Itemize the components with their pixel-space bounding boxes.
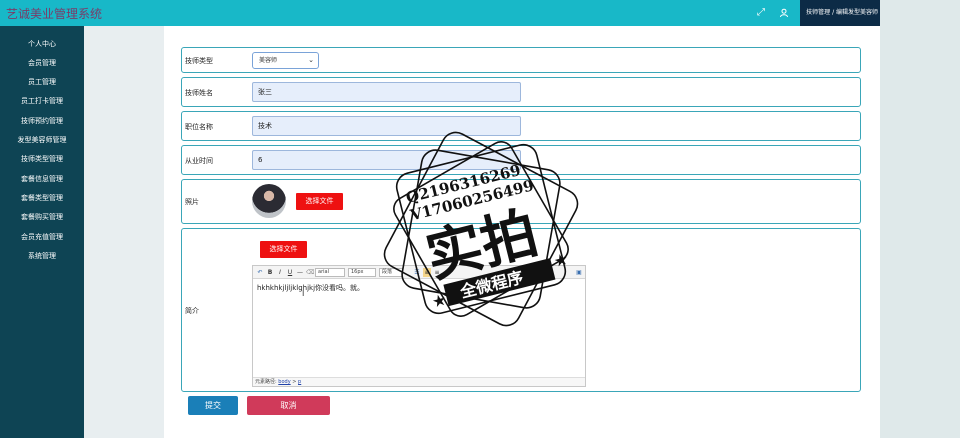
sidebar-item-stylists[interactable]: 发型美容师管理 [0, 131, 84, 149]
sidebar-item-package-purchases[interactable]: 套餐购买管理 [0, 208, 84, 226]
breadcrumb-text: 技师管理 / 编辑发型美容师 [806, 9, 878, 16]
breadcrumb: 技师管理 / 编辑发型美容师 [800, 0, 880, 26]
form-row-name: 技师姓名 张三 [181, 77, 861, 107]
sidebar-item-staff-clock[interactable]: 员工打卡管理 [0, 92, 84, 110]
element-path-body[interactable]: body [278, 379, 290, 385]
fullscreen-icon[interactable]: ⤢ [754, 6, 768, 20]
type-select[interactable]: 美容师 ⌄ [252, 52, 319, 69]
name-input[interactable]: 张三 [252, 82, 521, 102]
watermark-stamp: Q2196316269 V17060256499 实拍 全微程序 ★ ★ [383, 131, 579, 327]
sidebar-item-technician-booking[interactable]: 技师预约管理 [0, 112, 84, 130]
element-path-p[interactable]: p [298, 379, 301, 385]
underline-icon[interactable]: U [286, 268, 294, 277]
intro-choose-file-button[interactable]: 选择文件 [260, 241, 307, 258]
editor-status-bar: 元素路径: body > p [253, 377, 585, 386]
font-size-select[interactable]: 16px [348, 268, 376, 277]
right-gutter [880, 26, 960, 438]
cancel-button[interactable]: 取消 [247, 396, 330, 415]
sidebar-item-technician-types[interactable]: 技师类型管理 [0, 150, 84, 168]
app-title: 艺诚美业管理系统 [6, 7, 103, 21]
element-path-separator: > [292, 379, 297, 385]
clear-format-icon[interactable]: ⌫ [306, 268, 314, 277]
sidebar-item-system[interactable]: 系统管理 [0, 247, 84, 265]
sidebar-item-package-types[interactable]: 套餐类型管理 [0, 189, 84, 207]
photo-label: 照片 [185, 198, 199, 206]
position-label: 职位名称 [185, 123, 213, 131]
sidebar-item-personal-center[interactable]: 个人中心 [0, 35, 84, 53]
user-icon[interactable] [777, 6, 791, 20]
sidebar-item-members[interactable]: 会员管理 [0, 54, 84, 72]
undo-icon[interactable]: ↶ [256, 268, 264, 277]
form-row-type: 技师类型 美容师 ⌄ [181, 47, 861, 73]
element-path-label: 元素路径: [255, 379, 277, 385]
submit-button[interactable]: 提交 [188, 396, 238, 415]
sidebar-item-staff[interactable]: 员工管理 [0, 73, 84, 91]
sidebar: 个人中心 会员管理 员工管理 员工打卡管理 技师预约管理 发型美容师管理 技师类… [0, 26, 84, 438]
sidebar-item-recharge[interactable]: 会员充值管理 [0, 228, 84, 246]
editor-content[interactable]: hkhkhkjljljklghjkj你没看吗。就。 [257, 283, 364, 293]
intro-label: 简介 [185, 307, 199, 315]
italic-icon[interactable]: I [276, 268, 284, 277]
font-family-select[interactable]: arial [315, 268, 345, 277]
text-cursor-icon: I [302, 289, 305, 298]
strikethrough-icon[interactable]: — [296, 268, 304, 277]
sidebar-item-packages[interactable]: 套餐信息管理 [0, 170, 84, 188]
top-right-area [880, 0, 960, 26]
type-select-value: 美容师 [259, 57, 278, 64]
chevron-down-icon: ⌄ [308, 56, 314, 64]
years-label: 从业时间 [185, 157, 213, 165]
name-label: 技师姓名 [185, 89, 213, 97]
bold-icon[interactable]: B [266, 268, 274, 277]
photo-choose-file-button[interactable]: 选择文件 [296, 193, 343, 210]
avatar [252, 184, 286, 218]
type-label: 技师类型 [185, 57, 213, 65]
